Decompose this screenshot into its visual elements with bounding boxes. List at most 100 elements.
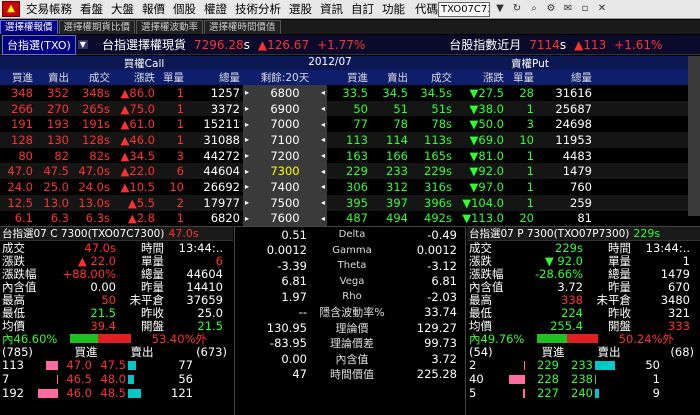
search-icon[interactable]: ⌕ bbox=[527, 2, 541, 16]
tab-option-quote[interactable]: 選擇權報價 bbox=[0, 20, 58, 34]
bid-price: 228 bbox=[537, 372, 559, 386]
call-cell: 26692 bbox=[203, 179, 240, 194]
minimize-icon[interactable]: ▫ bbox=[578, 2, 592, 16]
menu-item[interactable]: 選股 bbox=[285, 1, 316, 17]
bid-bar-wrap bbox=[503, 360, 525, 370]
call-cell: 6.1 bbox=[14, 211, 33, 226]
ask-bar-wrap bbox=[593, 388, 617, 398]
call-cell: 3 bbox=[176, 148, 184, 163]
call-cell: 1 bbox=[176, 85, 184, 100]
put-cell: 24698 bbox=[555, 117, 592, 132]
table-row[interactable]: 24.0 25.0 24.0s ▲10.5 10 26692 ▸ 7400 ◂ 306 312 316… bbox=[0, 179, 700, 195]
menu-item[interactable]: 技術分析 bbox=[231, 1, 285, 17]
strike-cell: ▸ 7400 ◂ bbox=[243, 179, 327, 195]
menu-item[interactable]: 交易帳務 bbox=[22, 1, 76, 17]
close-icon[interactable]: ✕ bbox=[595, 2, 609, 16]
code-label: 代碼 bbox=[415, 2, 438, 16]
in-bar bbox=[536, 333, 568, 343]
call-col-header[interactable]: 買進 bbox=[0, 70, 36, 85]
greek-row: 1.97 Rho -2.03 bbox=[235, 289, 465, 305]
ask-bar-wrap bbox=[593, 374, 617, 384]
menu-item[interactable]: 報價 bbox=[138, 1, 169, 17]
alert-icon[interactable]: ✉ bbox=[561, 2, 575, 16]
call-cell: ▲46.0 bbox=[120, 132, 155, 147]
menu-item[interactable]: 看盤 bbox=[76, 1, 107, 17]
call-greek: 0.51 bbox=[281, 227, 307, 242]
ask-price: 47.5 bbox=[100, 358, 126, 372]
arrow-right-icon: ▸ bbox=[245, 213, 250, 223]
put-col-header[interactable]: 成交 bbox=[411, 70, 455, 85]
menu-item[interactable]: 資訊 bbox=[316, 1, 347, 17]
put-title: 賣權Put bbox=[511, 58, 549, 70]
table-row[interactable]: 266 270 265s ▲75.0 1 3372 ▸ 6900 ◂ 50 51 51s ▼38.0 1 2… bbox=[0, 100, 700, 117]
tab-option-futures-compare[interactable]: 選擇權期貨比價 bbox=[58, 20, 136, 34]
refresh-icon[interactable]: ↻ bbox=[510, 2, 524, 16]
put-cell: ▼104.0 bbox=[462, 195, 504, 210]
call-cell: 44272 bbox=[203, 148, 240, 163]
ask-price: 233 bbox=[571, 358, 593, 372]
bid-qty: 113 bbox=[2, 358, 24, 372]
put-col-header[interactable]: 漲跌 bbox=[455, 70, 507, 85]
order-book-row: 192 46.0 48.5 121 bbox=[0, 386, 233, 400]
table-row[interactable]: 348 352 348s ▲86.0 1 1257 ▸ 6800 ◂ 33.5 34.5 34.5s ▼… bbox=[0, 85, 700, 101]
table-row[interactable]: 191 193 191s ▲61.0 1 15211 ▸ 7000 ◂ 77 78 78s ▼50.0 3… bbox=[0, 116, 700, 133]
bid-bar bbox=[38, 388, 58, 398]
menu-item[interactable]: 個股 bbox=[169, 1, 200, 17]
table-row[interactable]: 80 82 82s ▲34.5 3 44272 ▸ 7200 ◂ 163 166 165s ▼81.0 1… bbox=[0, 147, 700, 164]
chevron-down-icon[interactable]: ▼ bbox=[77, 40, 88, 49]
put-cell: 51s bbox=[431, 101, 452, 116]
put-greek: 3.72 bbox=[431, 351, 457, 366]
call-cell: 130 bbox=[47, 132, 69, 147]
call-col-header[interactable]: 總量 bbox=[187, 70, 243, 85]
quote-header: 台指選(TXO) ▼ 台指選擇權現貨 7296.28 s ▲126.67 +1.7… bbox=[0, 34, 700, 55]
call-greek: -3.39 bbox=[277, 258, 307, 273]
table-scrollbar[interactable] bbox=[688, 56, 700, 216]
menu-item[interactable]: 權證 bbox=[200, 1, 231, 17]
detail-value: 229s bbox=[555, 240, 583, 255]
call-cell: ▲34.5 bbox=[120, 148, 155, 163]
call-cell: 24.0s bbox=[78, 179, 110, 194]
table-row[interactable]: 12.5 13.0 13.0s ▲5.5 2 17977 ▸ 7500 ◂ 395 397 396s ▼… bbox=[0, 194, 700, 211]
tab-option-volatility[interactable]: 選擇權波動率 bbox=[136, 20, 204, 34]
call-cell: 348s bbox=[82, 85, 110, 100]
dropdown-icon[interactable]: ▼ bbox=[493, 2, 507, 16]
code-input[interactable]: TXO07C7300 bbox=[438, 1, 490, 17]
table-row[interactable]: 6.1 6.3 6.3s ▲2.8 1 6820 ▸ 7600 ◂ 487 494 492s ▼113.… bbox=[0, 210, 700, 227]
table-column-header: 買進 賣出 成交 漲跌 單量 總量 剩餘:20天 買進 賣出 成交 漲跌 單量 總量 bbox=[0, 70, 700, 85]
tab-option-time-value[interactable]: 選擇權時間價值 bbox=[204, 20, 281, 34]
put-col-header[interactable]: 買進 bbox=[327, 70, 371, 85]
put-cell: 229s bbox=[424, 164, 452, 179]
product-select[interactable]: 台指選(TXO) bbox=[2, 34, 76, 55]
table-row[interactable]: 128 130 128s ▲46.0 1 31088 ▸ 7100 ◂ 113 114 113s ▼69… bbox=[0, 132, 700, 148]
put-col-header[interactable]: 總量 bbox=[537, 70, 595, 85]
greek-label: Rho bbox=[342, 291, 362, 303]
spot-name: 台指選擇權現貨 bbox=[101, 38, 186, 52]
call-col-header[interactable]: 漲跌 bbox=[113, 70, 158, 85]
ask-bar bbox=[128, 360, 137, 370]
call-col-header[interactable]: 單量 bbox=[158, 70, 187, 85]
put-cell: 113 bbox=[346, 132, 368, 147]
settings-icon[interactable]: ⚙ bbox=[544, 2, 558, 16]
call-greek: 130.95 bbox=[266, 320, 307, 335]
order-book-row: 40 228 238 1 bbox=[467, 372, 700, 386]
menu-item[interactable]: 功能 bbox=[378, 1, 409, 17]
order-book-row: 2 229 233 50 bbox=[467, 358, 700, 372]
put-col-header[interactable]: 單量 bbox=[507, 70, 537, 85]
put-cell: 28 bbox=[519, 85, 534, 100]
greek-label: Theta bbox=[337, 260, 367, 272]
put-cell: 395 bbox=[346, 195, 368, 210]
detail-value: 1 bbox=[682, 253, 690, 268]
call-col-header[interactable]: 成交 bbox=[72, 70, 113, 85]
call-cell: 82 bbox=[54, 148, 69, 163]
put-col-header[interactable]: 賣出 bbox=[371, 70, 411, 85]
call-greek: 1.97 bbox=[281, 289, 307, 304]
greek-label: 理論價 bbox=[335, 321, 369, 335]
book-bid-total: (785) bbox=[2, 344, 33, 359]
put-cell: 1 bbox=[526, 148, 534, 163]
put-cell: ▼50.0 bbox=[469, 117, 504, 132]
call-col-header[interactable]: 賣出 bbox=[36, 70, 72, 85]
menu-item[interactable]: 大盤 bbox=[107, 1, 138, 17]
menu-item[interactable]: 自訂 bbox=[347, 1, 378, 17]
table-row[interactable]: 47.0 47.5 47.0s ▲22.0 6 44604 ▸ 7300 ◂ 229 233 229s… bbox=[0, 163, 700, 180]
greek-label: 隱含波動率% bbox=[319, 306, 385, 320]
